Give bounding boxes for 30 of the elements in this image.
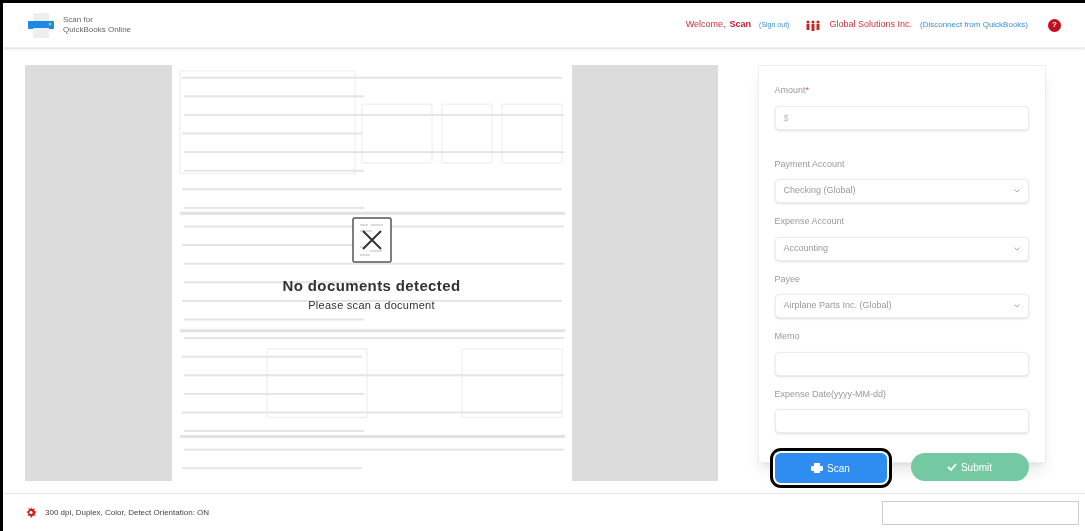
printer-icon [27,11,55,39]
field-label: Payment Account [774,157,845,171]
field-label: Expense Date(yyyy-MM-dd) [774,387,887,401]
empty-state-title: No documents detected [282,275,461,296]
app-title: QuickBooks Online [63,25,132,35]
company-name: Global Solutions Inc. [829,18,912,32]
chevron-down-icon [1013,246,1020,251]
welcome-text: Welcome, [685,18,726,32]
chevron-down-icon [1013,189,1020,193]
input-field[interactable] [882,500,1079,525]
select-field[interactable]: Airplane Parts Inc. (Global) [774,294,1029,318]
select-field[interactable]: Checking (Global) [774,179,1029,203]
field-label: Memo [774,330,800,343]
check-icon [946,463,957,471]
select-field[interactable]: Accounting [774,236,1029,261]
scan-settings-text: 300 dpi, Duplex, Color, Detect Orientation: ON [45,506,210,519]
required-mark: * [805,84,810,97]
disconnect-link[interactable]: (Disconnect from QuickBooks) [919,19,1028,31]
app-title: Scan for [63,15,94,25]
help-button[interactable]: ? [1048,18,1061,32]
chevron-down-icon [1013,304,1020,308]
field-label: Amount [774,84,806,97]
user-name: Scan [729,18,752,32]
printer-icon [811,463,824,473]
field-label: Expense Account [774,215,845,228]
gear-icon [25,506,37,519]
people-icon [805,19,822,31]
empty-state-hint: Please scan a document [308,298,435,313]
no-document-icon [351,216,392,263]
field-label: Payee [774,272,801,286]
